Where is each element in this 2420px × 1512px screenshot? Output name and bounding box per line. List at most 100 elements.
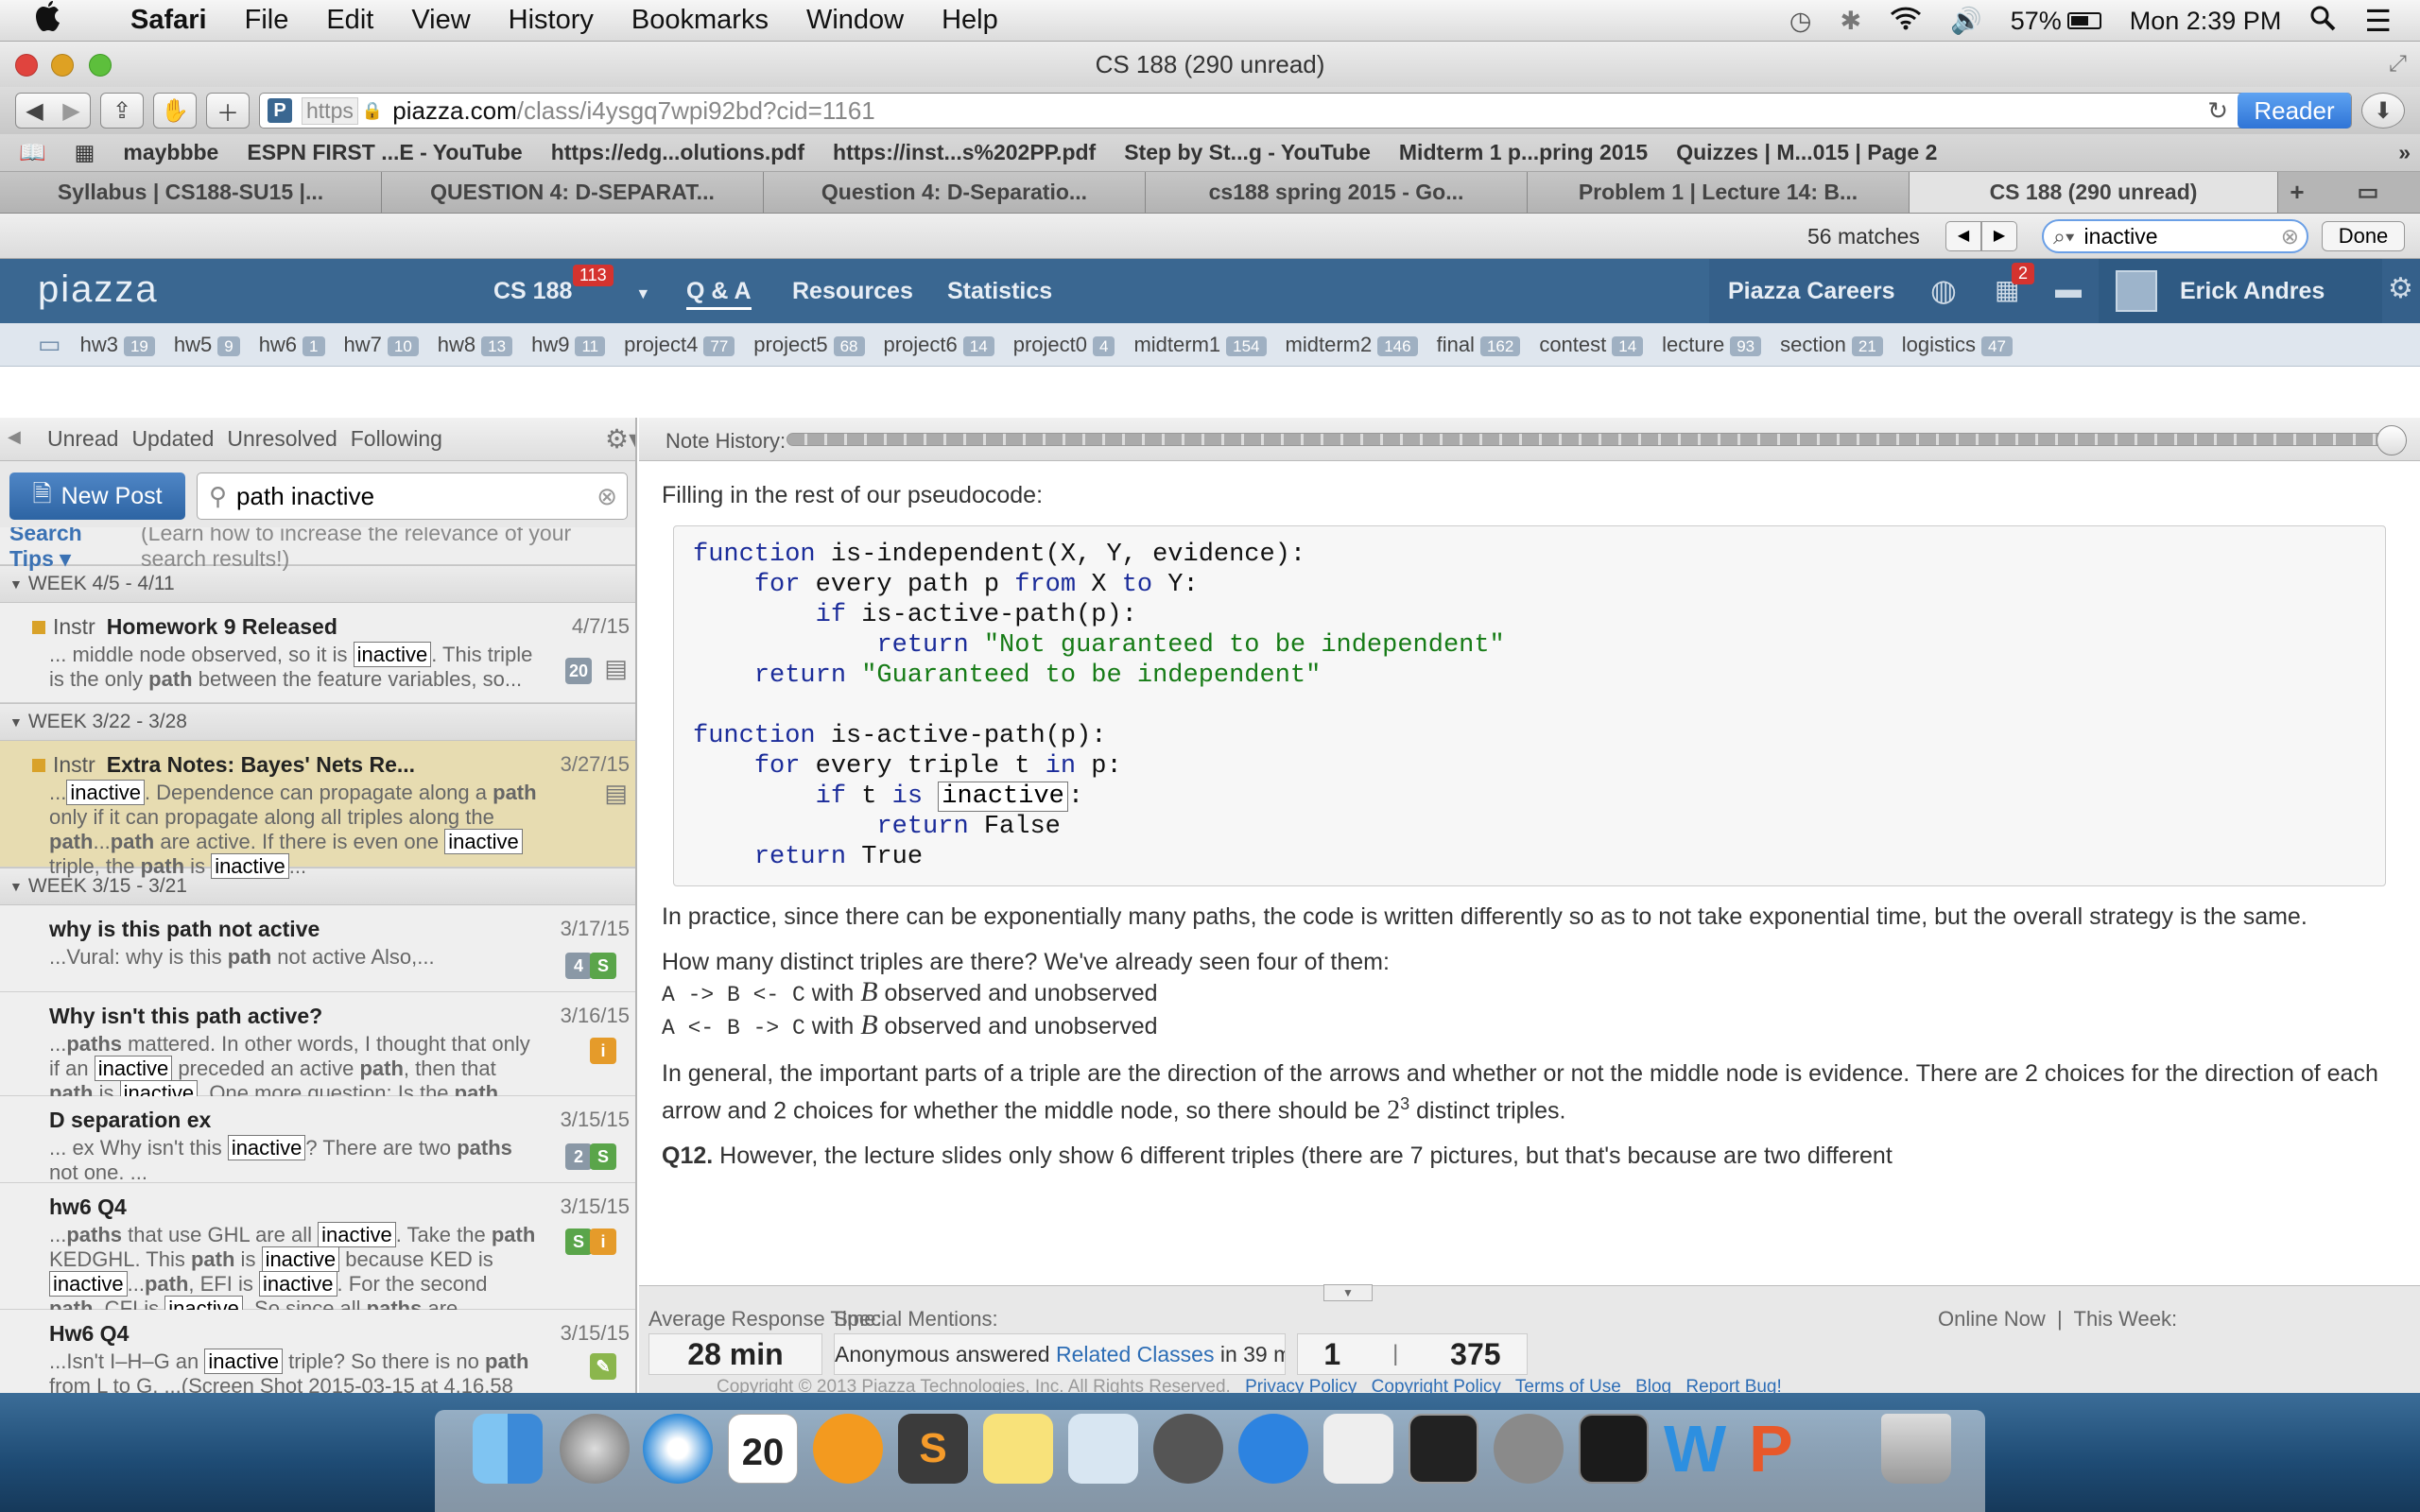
piazza-careers-link[interactable]: Piazza Careers (1728, 278, 1895, 305)
reading-list-icon[interactable]: 📖 (19, 140, 46, 165)
privacy-policy-link[interactable]: Privacy Policy (1245, 1377, 1357, 1393)
spotlight-icon[interactable] (2309, 5, 2336, 38)
post-item-selected[interactable]: Instr Extra Notes: Bayes' Nets Re... ... i… (0, 741, 635, 879)
folder-contest[interactable]: contest 14 (1539, 333, 1644, 357)
filter-unread[interactable]: Unread (47, 426, 118, 452)
list-settings-gear-icon[interactable]: ⚙▾ (605, 423, 635, 455)
bookmark-item[interactable]: Midterm 1 p...pring 2015 (1399, 140, 1648, 165)
folder-section[interactable]: section 21 (1780, 333, 1883, 357)
textedit-icon[interactable] (1323, 1414, 1393, 1484)
folder-midterm1[interactable]: midterm1 154 (1133, 333, 1267, 357)
address-bar[interactable]: P https 🔒 piazza.com /class/i4ysgq7wpi92… (259, 93, 2352, 129)
back-icon[interactable]: ◀ (26, 97, 43, 125)
related-classes-link[interactable]: Related Classes (1056, 1342, 1214, 1366)
nav-qa[interactable]: Q & A (686, 278, 752, 310)
stickies-icon[interactable] (983, 1414, 1053, 1484)
post-item[interactable]: why is this path not active ...Vural: wh… (0, 905, 635, 992)
blog-link[interactable]: Blog (1635, 1377, 1671, 1393)
sublime-text-icon[interactable]: S (898, 1414, 968, 1484)
folder-hw7[interactable]: hw7 10 (344, 333, 419, 357)
folder-project0[interactable]: project0 4 (1013, 333, 1115, 357)
apple-icon[interactable] (34, 0, 81, 41)
menu-bookmarks[interactable]: Bookmarks (631, 5, 769, 36)
calendar-app-icon[interactable]: 20 (728, 1414, 798, 1484)
facetime-icon[interactable] (1153, 1414, 1223, 1484)
find-input[interactable]: ⌕▾ inactive ⊗ (2042, 219, 2308, 253)
ibooks-icon[interactable] (813, 1414, 883, 1484)
find-done-button[interactable]: Done (2322, 221, 2405, 251)
filter-updated[interactable]: Updated (131, 426, 214, 452)
find-next-button[interactable]: ▶ (1981, 221, 2017, 251)
post-item[interactable]: Why isn't this path active? ...paths mat… (0, 992, 635, 1106)
menu-help[interactable]: Help (942, 5, 998, 36)
nav-statistics[interactable]: Statistics (947, 278, 1052, 305)
minimize-window-button[interactable] (51, 54, 74, 77)
new-post-button[interactable]: 🗎 New Post (9, 472, 185, 520)
collapse-sidebar-icon[interactable]: ◀ (8, 427, 21, 447)
folder-icon[interactable]: ▭ (38, 330, 61, 359)
nav-resources[interactable]: Resources (792, 278, 913, 305)
tab-overview-icon[interactable]: ▭ (2316, 172, 2420, 213)
trash-icon[interactable] (1881, 1414, 1951, 1484)
folder-hw5[interactable]: hw5 9 (174, 333, 240, 357)
tab-cs188-spring[interactable]: cs188 spring 2015 - Go... (1146, 172, 1528, 213)
reload-icon[interactable]: ↻ (2207, 96, 2228, 126)
post-item[interactable]: hw6 Q4 ...paths that use GHL are all ina… (0, 1183, 635, 1346)
expand-footer-icon[interactable]: ▼ (1323, 1284, 1373, 1301)
wifi-icon[interactable] (1890, 6, 1922, 37)
terms-of-use-link[interactable]: Terms of Use (1515, 1377, 1621, 1393)
bookmark-item[interactable]: ESPN FIRST ...E - YouTube (247, 140, 522, 165)
volume-icon[interactable]: 🔊 (1950, 6, 1982, 36)
post-item[interactable]: Instr Homework 9 Released ... middle node… (0, 603, 635, 703)
top-sites-icon[interactable]: ▦ (75, 140, 95, 165)
menu-view[interactable]: View (411, 5, 470, 36)
piazza-logo[interactable]: piazza (38, 268, 159, 311)
folder-lecture[interactable]: lecture 93 (1662, 333, 1762, 357)
folder-project4[interactable]: project4 77 (624, 333, 735, 357)
folder-hw9[interactable]: hw9 11 (531, 333, 606, 357)
new-tab-button[interactable]: ＋ (206, 93, 250, 129)
zoom-window-button[interactable] (89, 54, 112, 77)
copyright-policy-link[interactable]: Copyright Policy (1372, 1377, 1501, 1393)
new-tab-plus-button[interactable]: + (2278, 172, 2316, 213)
folder-midterm2[interactable]: midterm2 146 (1286, 333, 1418, 357)
forward-icon[interactable]: ▶ (62, 97, 79, 125)
tab-cs188-active[interactable]: CS 188 (290 unread) (1910, 172, 2278, 213)
filter-unresolved[interactable]: Unresolved (227, 426, 337, 452)
post-item[interactable]: D separation ex ... ex Why isn't this in… (0, 1096, 635, 1184)
bookmark-item[interactable]: Quizzes | M...015 | Page 2 (1676, 140, 1937, 165)
clock[interactable]: Mon 2:39 PM (2130, 7, 2282, 36)
app-store-icon[interactable] (1238, 1414, 1308, 1484)
folder-project5[interactable]: project5 68 (753, 333, 865, 357)
finder-icon[interactable] (473, 1414, 543, 1484)
find-previous-button[interactable]: ◀ (1945, 221, 1981, 251)
post-item[interactable]: Hw6 Q4 ...Isn't I–H–G an inactive triple… (0, 1310, 635, 1393)
bluetooth-icon[interactable]: ✱ (1840, 7, 1861, 36)
bookmark-item[interactable]: Step by St...g - YouTube (1124, 140, 1371, 165)
note-history-handle[interactable] (2377, 425, 2407, 455)
menu-edit[interactable]: Edit (326, 5, 373, 36)
folder-hw6[interactable]: hw6 1 (259, 333, 325, 357)
reader-button[interactable]: Reader (2238, 93, 2351, 129)
search-tips-toggle[interactable]: Search Tips ▾ (9, 521, 128, 572)
bookmark-item[interactable]: https://edg...olutions.pdf (551, 140, 804, 165)
folder-hw3[interactable]: hw3 19 (80, 333, 155, 357)
search-clear-icon[interactable]: ⊗ (596, 482, 617, 511)
powerpoint-icon[interactable]: P (1749, 1414, 1819, 1484)
notification-center-icon[interactable]: ☰ (2364, 3, 2392, 39)
bookmark-item[interactable]: maybbbe (123, 140, 218, 165)
safari-icon[interactable] (643, 1414, 713, 1484)
launchpad-icon[interactable] (560, 1414, 630, 1484)
folder-logistics[interactable]: logistics 47 (1902, 333, 2013, 357)
tab-question4-a[interactable]: QUESTION 4: D-SEPARAT... (382, 172, 764, 213)
user-menu[interactable]: Erick Andres (2099, 259, 2382, 323)
terminal-icon[interactable] (1409, 1414, 1478, 1484)
system-preferences-icon[interactable] (1494, 1414, 1564, 1484)
word-icon[interactable]: W (1664, 1414, 1734, 1484)
report-bug-link[interactable]: Report Bug! (1685, 1377, 1781, 1393)
preview-icon[interactable] (1068, 1414, 1138, 1484)
bookmarks-overflow-icon[interactable]: » (2398, 140, 2411, 165)
tab-syllabus[interactable]: Syllabus | CS188-SU15 |... (0, 172, 382, 213)
tab-problem1[interactable]: Problem 1 | Lecture 14: B... (1528, 172, 1910, 213)
search-input[interactable]: ⚲ path inactive ⊗ (197, 472, 628, 520)
